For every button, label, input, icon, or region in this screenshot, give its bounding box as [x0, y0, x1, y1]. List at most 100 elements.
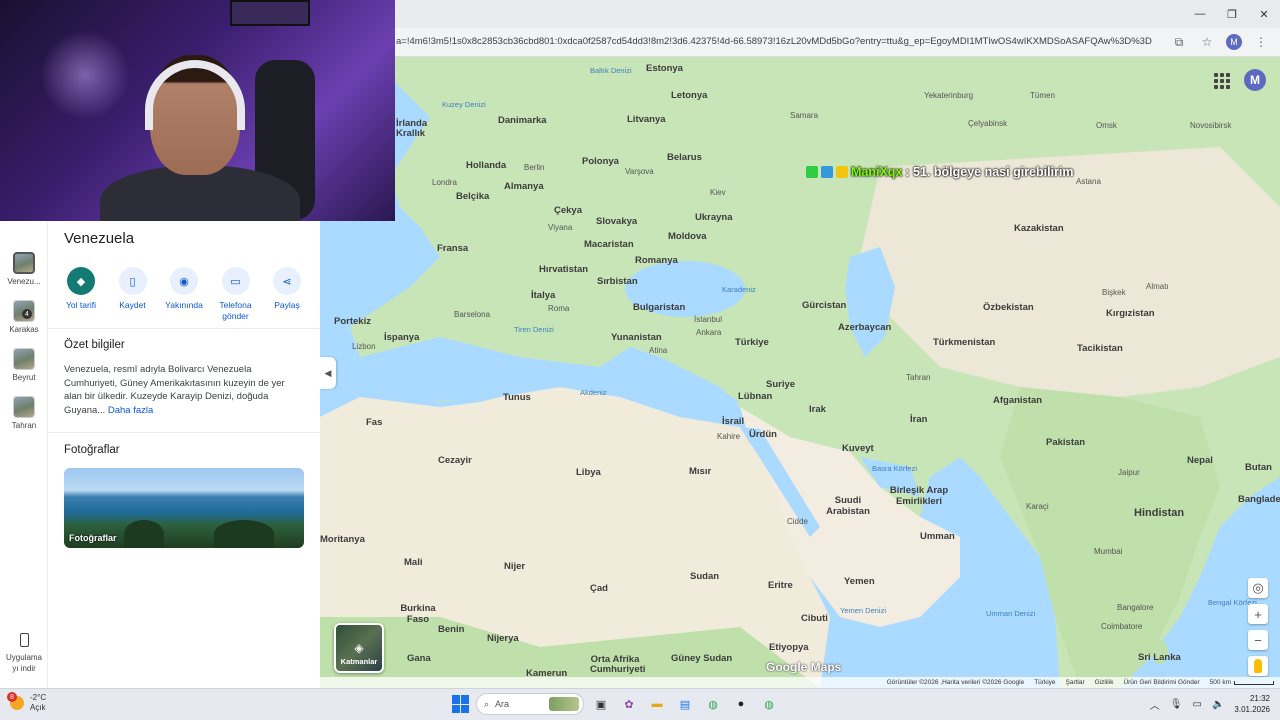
photo-caption: Fotoğraflar	[69, 533, 117, 543]
city-label: Çelyabinsk	[968, 119, 1008, 128]
layers-button[interactable]: ◈ Katmanlar	[334, 623, 384, 673]
more-link[interactable]: Daha fazla	[108, 405, 153, 416]
map-canvas[interactable]: Baltık Denizi Kuzey Denizi Karadeniz Tir…	[320, 57, 1280, 688]
recent-places-rail: Venezu... 4 Karakas Beyrut Tahran Uygula…	[0, 221, 48, 688]
start-icon[interactable]	[452, 695, 470, 713]
browser-profile-avatar[interactable]: M	[1226, 34, 1242, 50]
obs-icon[interactable]: ●	[730, 693, 752, 715]
country-label: Romanya	[635, 255, 678, 266]
country-label: Letonya	[671, 90, 708, 101]
country-label: Irak	[809, 404, 826, 415]
country-label: Mali	[404, 557, 423, 568]
volume-icon[interactable]: 🔈	[1212, 699, 1224, 710]
download-app-button[interactable]: Uygulama yı indir	[0, 633, 48, 674]
chevron-up-icon[interactable]: ︿	[1150, 697, 1160, 712]
nearby-button[interactable]: ◉ Yakınında	[159, 267, 209, 322]
weather-widget[interactable]: 8 -2°C Açık	[7, 692, 46, 713]
send-to-phone-button[interactable]: ▭ Telefona gönder	[211, 267, 261, 322]
sea-label: Kuzey Denizi	[442, 100, 486, 109]
rail-item-label: Karakas	[9, 325, 39, 334]
rail-item-karakas[interactable]: 4 Karakas	[0, 300, 48, 334]
country-label: Bangladeş	[1238, 494, 1280, 505]
display-icon[interactable]: ▭	[1193, 699, 1202, 710]
chrome-icon[interactable]: ◍	[702, 693, 724, 715]
photos-heading: Fotoğraflar	[64, 444, 120, 456]
share-icon: ⋖	[273, 267, 301, 295]
download-app-label: yı indir	[12, 664, 36, 673]
country-label: Birleşik Arap Emirlikleri	[889, 485, 949, 507]
country-label: İran	[910, 414, 928, 425]
chrome-profile-icon[interactable]: ◍	[758, 693, 780, 715]
task-view-icon[interactable]: ▣	[590, 693, 612, 715]
chat-badge-icon	[806, 166, 818, 178]
google-apps-icon[interactable]	[1210, 69, 1232, 91]
country-label: Mısır	[689, 466, 712, 477]
clock[interactable]: 21:32 3.01.2026	[1234, 693, 1270, 715]
save-button[interactable]: ▯ Kaydet	[108, 267, 158, 322]
taskbar-search[interactable]: ⌕ Ara	[476, 693, 584, 715]
store-icon[interactable]: ▤	[674, 693, 696, 715]
my-location-icon[interactable]: ◎	[1248, 578, 1268, 598]
microphone-icon[interactable]: 🎙	[1170, 699, 1183, 710]
privacy-link[interactable]: Gizlilik	[1095, 679, 1114, 686]
file-explorer-icon[interactable]: ▬	[646, 693, 668, 715]
zoom-in-button[interactable]: +	[1248, 604, 1268, 624]
terms-link[interactable]: Şartlar	[1066, 679, 1085, 686]
collapse-panel-button[interactable]: ◀	[320, 357, 336, 389]
country-label: Moldova	[668, 231, 707, 242]
maximize-button[interactable]: ❐	[1216, 0, 1248, 28]
bookmark-icon: ▯	[118, 267, 147, 295]
country-label: Gürcistan	[802, 300, 847, 311]
country-label: Fransa	[437, 243, 469, 254]
count-badge: 4	[22, 309, 32, 319]
country-label: İtalya	[531, 290, 556, 301]
copilot-icon[interactable]: ✿	[618, 693, 640, 715]
directions-button[interactable]: ◆ Yol tarifi	[56, 267, 106, 322]
country-label: Gana	[407, 653, 431, 664]
system-tray: ︿ 🎙 ▭ 🔈 21:32 3.01.2026	[1150, 693, 1270, 715]
summary-body: Venezuela, resmî adıyla Bolivarcı Venezu…	[64, 364, 285, 416]
sea-label: Tiren Denizi	[514, 325, 554, 334]
scale-bar[interactable]: 500 km	[1210, 679, 1274, 686]
share-button[interactable]: ⋖ Paylaş	[262, 267, 312, 322]
feedback-link[interactable]: Ürün Geri Bildirimi Gönder	[1123, 679, 1199, 686]
country-label: Suudi Arabistan	[826, 495, 870, 517]
account-avatar[interactable]: M	[1244, 69, 1266, 91]
country-label: Pakistan	[1046, 437, 1086, 448]
country-label: Macaristan	[584, 239, 634, 250]
country-label: Sri Lanka	[1138, 652, 1181, 663]
minimize-button[interactable]: —	[1184, 0, 1216, 28]
rail-item-tahran[interactable]: Tahran	[0, 396, 48, 430]
close-button[interactable]: ✕	[1248, 0, 1280, 28]
bookmark-star-icon[interactable]: ☆	[1198, 33, 1216, 51]
rail-item-beyrut[interactable]: Beyrut	[0, 348, 48, 382]
country-label: Azerbaycan	[838, 322, 892, 333]
country-label: Etiyopya	[769, 642, 809, 653]
region-link[interactable]: Türkiye	[1034, 679, 1055, 686]
install-app-icon[interactable]: ⧉	[1170, 33, 1188, 51]
url-text[interactable]: a=!4m6!3m5!1s0x8c2853cb36cbd801:0xdca0f2…	[396, 36, 1156, 47]
rail-item-label: Venezu...	[7, 277, 41, 286]
city-label: Coimbatore	[1101, 622, 1143, 631]
country-label: Tacikistan	[1077, 343, 1123, 354]
zoom-out-button[interactable]: −	[1248, 630, 1268, 650]
summary-text: Venezuela, resmî adıyla Bolivarcı Venezu…	[64, 363, 304, 417]
city-label: Kiev	[710, 188, 726, 197]
action-label: Paylaş	[274, 300, 300, 310]
place-thumbnail	[13, 396, 35, 418]
browser-menu-icon[interactable]: ⋮	[1252, 33, 1270, 51]
city-label: Karaçi	[1026, 502, 1049, 511]
country-label: Danimarka	[498, 115, 547, 126]
date: 3.01.2026	[1234, 705, 1270, 714]
city-label: Cidde	[787, 517, 808, 526]
country-label: Hindistan	[1134, 507, 1185, 519]
country-label: İspanya	[384, 332, 420, 343]
rail-item-venezuela[interactable]: Venezu...	[0, 252, 48, 286]
photos-thumbnail[interactable]: Fotoğraflar	[64, 468, 304, 548]
country-label: Ukrayna	[695, 212, 733, 223]
country-label: Güney Sudan	[671, 653, 733, 664]
country-label: Burkina Faso	[400, 603, 436, 625]
pegman-icon[interactable]	[1248, 656, 1268, 676]
sea-label: Baltık Denizi	[590, 66, 632, 75]
city-label: İstanbul	[694, 315, 723, 324]
